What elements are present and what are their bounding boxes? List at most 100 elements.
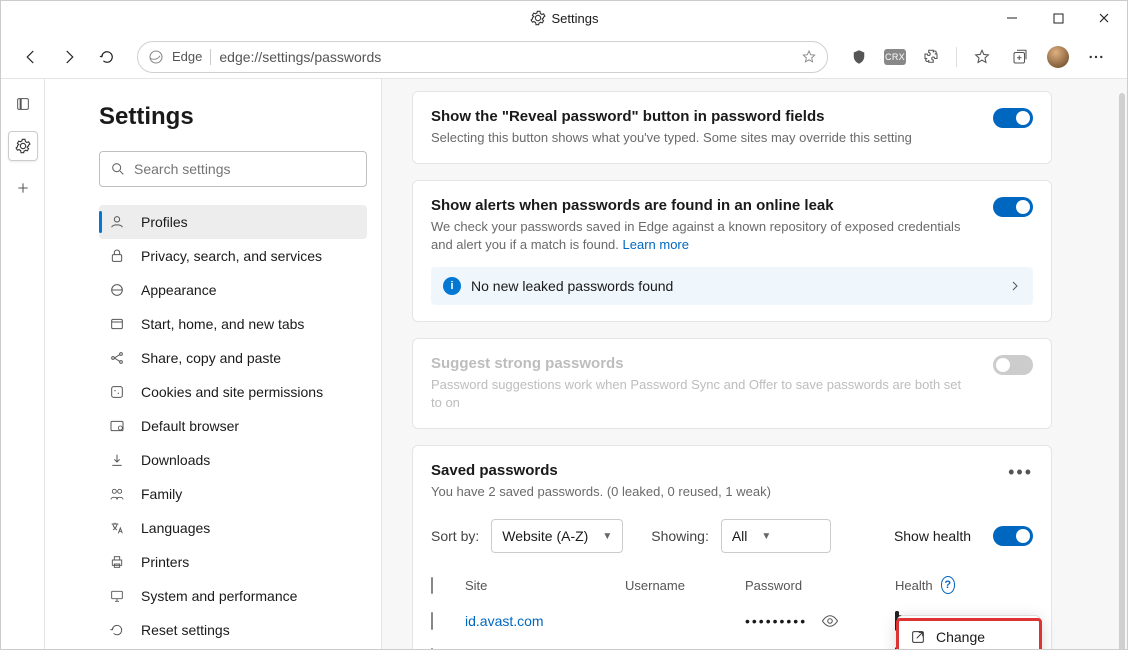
sidebar-item-label: Cookies and site permissions [141, 384, 323, 400]
browser-icon [109, 418, 127, 434]
edge-logo-icon [148, 49, 164, 65]
family-icon [109, 486, 127, 502]
extensions-puzzle-icon[interactable] [918, 44, 944, 70]
back-button[interactable] [15, 41, 47, 73]
settings-heading: Settings [99, 103, 367, 131]
card-title: Suggest strong passwords [431, 355, 973, 372]
window-close-button[interactable] [1081, 1, 1127, 35]
download-icon [109, 452, 127, 468]
card-subtitle: Password suggestions work when Password … [431, 376, 973, 412]
sidebar-item-profiles[interactable]: Profiles [99, 205, 367, 239]
help-icon[interactable]: ? [941, 576, 955, 594]
col-health: Health [895, 578, 933, 593]
collections-icon[interactable] [1007, 44, 1033, 70]
vertical-tab-strip [1, 79, 45, 649]
share-icon [109, 350, 127, 366]
more-options-button[interactable]: ••• [1008, 462, 1033, 483]
window-maximize-button[interactable] [1035, 1, 1081, 35]
sidebar-item-label: Privacy, search, and services [141, 248, 322, 264]
settings-search-box[interactable] [99, 151, 367, 187]
showing-select[interactable]: All ▼ [721, 519, 831, 553]
sidebar-item-label: System and performance [141, 588, 297, 604]
sidebar-item-label: Reset settings [141, 622, 230, 638]
leak-status-banner[interactable]: i No new leaked passwords found [431, 267, 1033, 305]
appearance-icon [109, 282, 127, 298]
leak-alerts-toggle[interactable] [993, 197, 1033, 217]
reset-icon [109, 622, 127, 638]
settings-search-input[interactable] [134, 161, 356, 177]
reveal-password-card: Show the "Reveal password" button in pas… [412, 91, 1052, 164]
sidebar-item-label: Default browser [141, 418, 239, 434]
col-password: Password [745, 578, 895, 593]
chevron-down-icon: ▼ [761, 531, 771, 542]
select-all-checkbox[interactable] [431, 577, 433, 594]
more-menu-button[interactable] [1083, 44, 1109, 70]
card-subtitle: We check your passwords saved in Edge ag… [431, 218, 973, 254]
address-bar[interactable]: Edge edge://settings/passwords [137, 41, 828, 73]
card-title: Show alerts when passwords are found in … [431, 197, 973, 214]
sidebar-item-system[interactable]: System and performance [99, 579, 367, 613]
leak-alerts-card: Show alerts when passwords are found in … [412, 180, 1052, 321]
favorite-star-icon[interactable] [801, 49, 817, 65]
content-scrollbar[interactable] [1119, 93, 1125, 649]
settings-content: Show the "Reveal password" button in pas… [381, 79, 1127, 649]
printer-icon [109, 554, 127, 570]
window-minimize-button[interactable] [989, 1, 1035, 35]
sidebar-item-appearance[interactable]: Appearance [99, 273, 367, 307]
info-icon: i [443, 277, 461, 295]
refresh-button[interactable] [91, 41, 123, 73]
card-title: Saved passwords [431, 462, 771, 479]
sidebar-item-cookies[interactable]: Cookies and site permissions [99, 375, 367, 409]
col-username: Username [625, 578, 745, 593]
sidebar-item-label: Share, copy and paste [141, 350, 281, 366]
sidebar-item-start-home[interactable]: Start, home, and new tabs [99, 307, 367, 341]
menu-item-change[interactable]: Change [898, 620, 1040, 649]
reveal-password-toggle[interactable] [993, 108, 1033, 128]
chevron-right-icon [1009, 280, 1021, 292]
sidebar-item-privacy[interactable]: Privacy, search, and services [99, 239, 367, 273]
password-context-menu: Change Copy password Edit [897, 615, 1041, 649]
card-title: Show the "Reveal password" button in pas… [431, 108, 973, 125]
favorites-star-plus-icon[interactable] [969, 44, 995, 70]
saved-summary: You have 2 saved passwords. (0 leaked, 0… [431, 483, 771, 501]
eye-icon[interactable] [821, 648, 839, 649]
system-icon [109, 588, 127, 604]
sidebar-item-downloads[interactable]: Downloads [99, 443, 367, 477]
sidebar-item-share[interactable]: Share, copy and paste [99, 341, 367, 375]
sidebar-item-reset[interactable]: Reset settings [99, 613, 367, 647]
forward-button[interactable] [53, 41, 85, 73]
sidebar-item-label: Languages [141, 520, 210, 536]
col-site: Site [465, 578, 625, 593]
profile-avatar[interactable] [1045, 44, 1071, 70]
shield-extension-icon[interactable] [846, 44, 872, 70]
sidebar-item-printers[interactable]: Printers [99, 545, 367, 579]
new-tab-plus-icon[interactable] [8, 173, 38, 203]
row-checkbox[interactable] [431, 648, 433, 649]
crx-extension-icon[interactable]: CRX [884, 49, 906, 65]
window-icon [109, 316, 127, 332]
lock-icon [109, 248, 127, 264]
show-health-toggle[interactable] [993, 526, 1033, 546]
showing-label: Showing: [651, 528, 709, 544]
sidebar-item-family[interactable]: Family [99, 477, 367, 511]
site-link[interactable]: id.avast.com [465, 613, 625, 629]
suggest-passwords-card: Suggest strong passwords Password sugges… [412, 338, 1052, 429]
row-checkbox[interactable] [431, 612, 433, 630]
browser-toolbar: Edge edge://settings/passwords CRX [1, 35, 1127, 79]
eye-icon[interactable] [821, 612, 839, 630]
external-link-icon [910, 629, 926, 645]
window-title: Settings [552, 11, 599, 26]
sidebar-item-languages[interactable]: Languages [99, 511, 367, 545]
password-mask: ••••••••• [745, 613, 807, 629]
tab-actions-icon[interactable] [8, 89, 38, 119]
suggest-passwords-toggle [993, 355, 1033, 375]
sidebar-item-phone[interactable]: Phone and other devices [99, 647, 367, 649]
sidebar-item-label: Appearance [141, 282, 217, 298]
leak-status-text: No new leaked passwords found [471, 278, 673, 294]
settings-tab-icon[interactable] [8, 131, 38, 161]
sidebar-item-default-browser[interactable]: Default browser [99, 409, 367, 443]
chevron-down-icon: ▼ [602, 531, 612, 542]
learn-more-link[interactable]: Learn more [623, 237, 689, 252]
saved-passwords-card: Saved passwords You have 2 saved passwor… [412, 445, 1052, 649]
sort-by-select[interactable]: Website (A-Z) ▼ [491, 519, 623, 553]
